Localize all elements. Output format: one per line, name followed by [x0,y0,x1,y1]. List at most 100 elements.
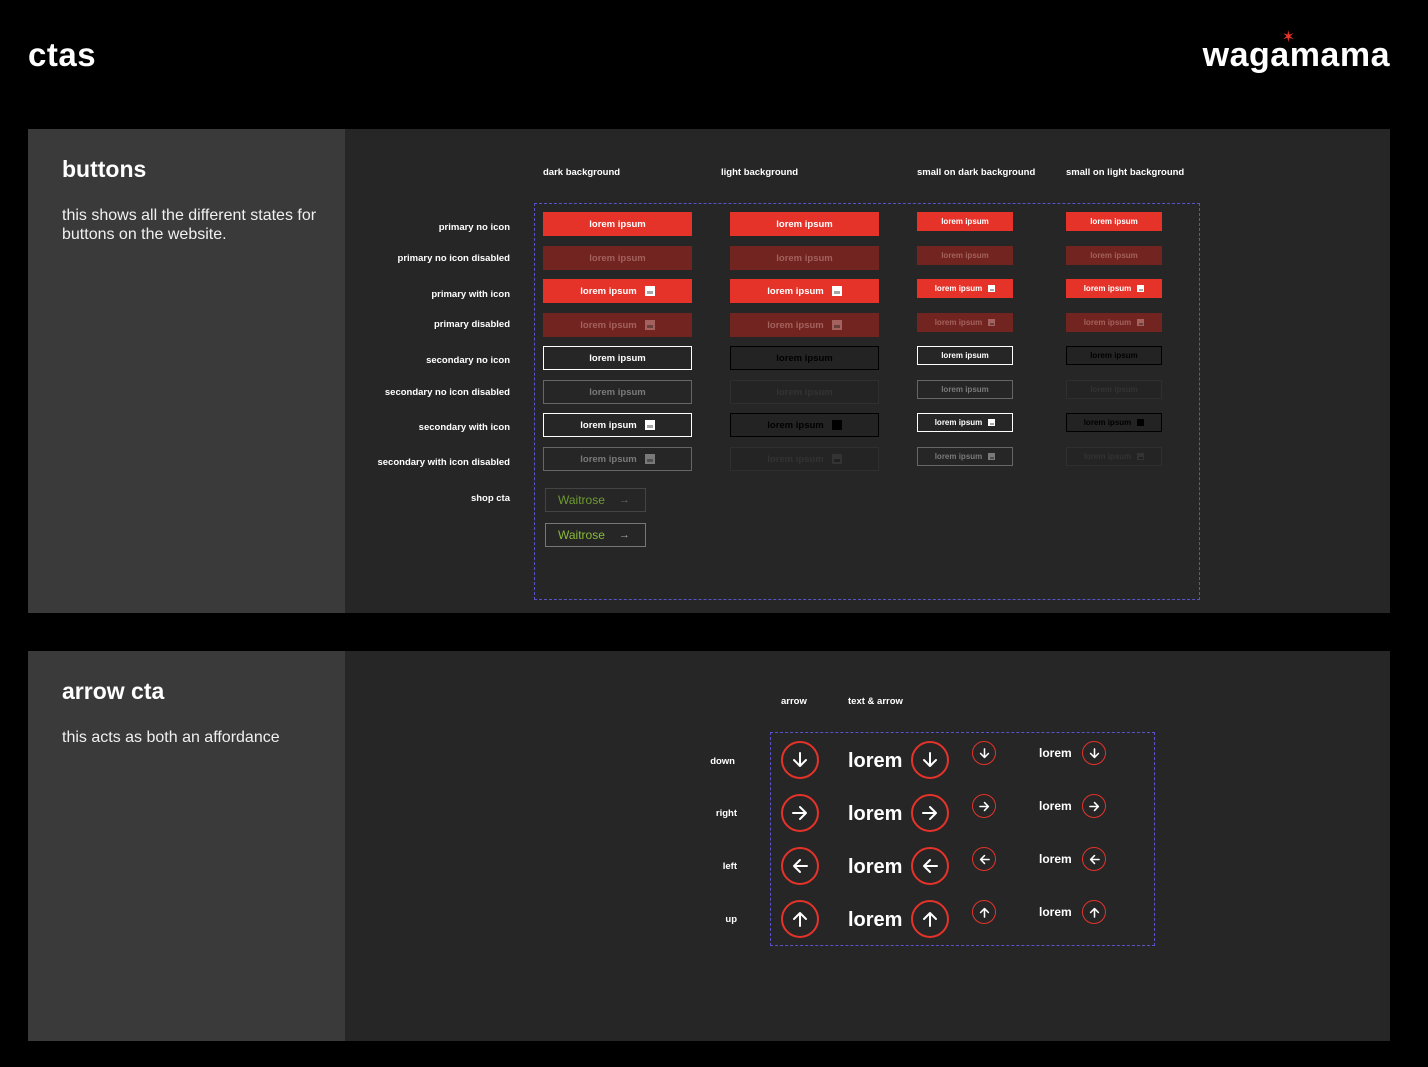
image-icon [644,320,655,330]
small-text-arrow-label: lorem [1039,746,1072,760]
small-secondary-button-disabled: lorem ipsum [917,380,1013,399]
image-icon [831,454,842,464]
small-primary-icon-button[interactable]: lorem ipsum [1066,279,1162,298]
logo-star-icon: ✶ [1281,29,1296,46]
small-arrow-up-button[interactable] [972,900,996,924]
small-arrow-down-button[interactable] [972,741,996,765]
secondary-icon-button[interactable]: lorem ipsum [543,413,692,437]
page-title: ctas [28,36,97,73]
row-label-primary-disabled: primary disabled [433,319,510,330]
col-small-light: small on light background [1066,167,1185,178]
buttons-panel: buttons this shows all the different sta… [28,129,1390,613]
image-icon [1137,319,1145,326]
small-text-arrow-right-button[interactable] [1082,794,1106,818]
arrow-left-icon [979,854,990,864]
row-label-down: down [710,756,735,767]
row-label-secondary-no-icon-disabled: secondary no icon disabled [384,387,510,398]
arrow-right-icon: → [618,494,630,506]
text-arrow-down-button[interactable] [911,741,949,779]
arrow-left-icon [793,859,808,873]
primary-icon-button[interactable]: lorem ipsum [543,279,692,303]
small-primary-button[interactable]: lorem ipsum [917,212,1013,231]
arrow-up-icon [979,907,989,918]
image-icon [988,419,996,426]
text-arrow-left-button[interactable] [911,847,949,885]
arrow-left-icon [1089,854,1100,864]
text-arrow-label: lorem [848,803,903,825]
arrow-left-button[interactable] [781,847,819,885]
secondary-button[interactable]: lorem ipsum [543,346,692,370]
text-arrow-right-button[interactable] [911,794,949,832]
arrow-down-button[interactable] [781,741,819,779]
small-arrow-left-button[interactable] [972,847,996,871]
small-primary-icon-button-disabled: lorem ipsum [1066,313,1162,332]
col-dark-background: dark background [543,167,621,178]
secondary-icon-button[interactable]: lorem ipsum [730,413,879,437]
arrow-up-icon [923,912,937,927]
wagamama-logo[interactable]: wagamama ✶ [1202,30,1390,75]
shop-cta-button[interactable]: Waitrose → [545,523,646,547]
image-icon [831,420,842,430]
small-primary-button-disabled: lorem ipsum [1066,246,1162,265]
small-text-arrow-up-button[interactable] [1082,900,1106,924]
shop-cta-button-inactive[interactable]: Waitrose → [545,488,646,512]
row-label-shop-cta: shop cta [470,493,510,504]
row-label-up: up [725,914,737,925]
arrow-up-button[interactable] [781,900,819,938]
text-arrow-label: lorem [848,909,903,931]
small-primary-icon-button-disabled: lorem ipsum [917,313,1013,332]
arrow-right-button[interactable] [781,794,819,832]
secondary-button-disabled: lorem ipsum [730,380,879,404]
small-secondary-icon-button[interactable]: lorem ipsum [1066,413,1162,432]
text-arrow-up-button[interactable] [911,900,949,938]
image-icon [988,285,996,292]
buttons-heading: buttons [62,156,147,182]
small-text-arrow-left-button[interactable] [1082,847,1106,871]
secondary-button[interactable]: lorem ipsum [730,346,879,370]
image-icon [644,454,655,464]
arrow-cta-panel: arrow cta this acts as both an affordanc… [28,651,1390,1041]
row-label-secondary-with-icon-disabled: secondary with icon disabled [377,457,510,468]
small-secondary-icon-button-disabled: lorem ipsum [917,447,1013,466]
row-label-primary-no-icon-disabled: primary no icon disabled [397,253,510,264]
small-primary-button[interactable]: lorem ipsum [1066,212,1162,231]
primary-icon-button-disabled: lorem ipsum [543,313,692,337]
image-icon [1137,285,1145,292]
image-icon [831,286,842,296]
small-secondary-icon-button[interactable]: lorem ipsum [917,413,1013,432]
image-icon [644,286,655,296]
primary-button-disabled: lorem ipsum [730,246,879,270]
small-text-arrow-label: lorem [1039,905,1072,919]
secondary-icon-button-disabled: lorem ipsum [730,447,879,471]
small-secondary-button[interactable]: lorem ipsum [917,346,1013,365]
primary-button[interactable]: lorem ipsum [730,212,879,236]
small-text-arrow-down-button[interactable] [1082,741,1106,765]
arrow-up-icon [1089,907,1099,918]
arrow-down-icon [979,747,989,758]
row-label-left: left [722,861,737,872]
small-primary-button-disabled: lorem ipsum [917,246,1013,265]
row-label-primary-with-icon: primary with icon [431,289,510,300]
arrow-right-icon [792,806,807,820]
col-arrow: arrow [781,696,807,707]
image-icon [644,420,655,430]
col-small-dark: small on dark background [917,167,1036,178]
row-label-secondary-no-icon: secondary no icon [426,355,510,366]
image-icon [1137,419,1145,426]
small-primary-icon-button[interactable]: lorem ipsum [917,279,1013,298]
primary-icon-button[interactable]: lorem ipsum [730,279,879,303]
logo-text: wagamama [1202,36,1390,74]
small-arrow-right-button[interactable] [972,794,996,818]
row-label-secondary-with-icon: secondary with icon [418,422,510,433]
primary-button[interactable]: lorem ipsum [543,212,692,236]
secondary-button-disabled: lorem ipsum [543,380,692,404]
small-secondary-button-disabled: lorem ipsum [1066,380,1162,399]
secondary-icon-button-disabled: lorem ipsum [543,447,692,471]
arrow-cta-sidebar [28,651,345,1041]
text-arrow-label: lorem [848,856,903,878]
buttons-description: this shows all the different states for … [62,207,317,243]
arrow-right-icon [978,801,989,811]
arrow-right-icon: → [618,529,630,541]
row-label-right: right [715,808,737,819]
small-secondary-button[interactable]: lorem ipsum [1066,346,1162,365]
